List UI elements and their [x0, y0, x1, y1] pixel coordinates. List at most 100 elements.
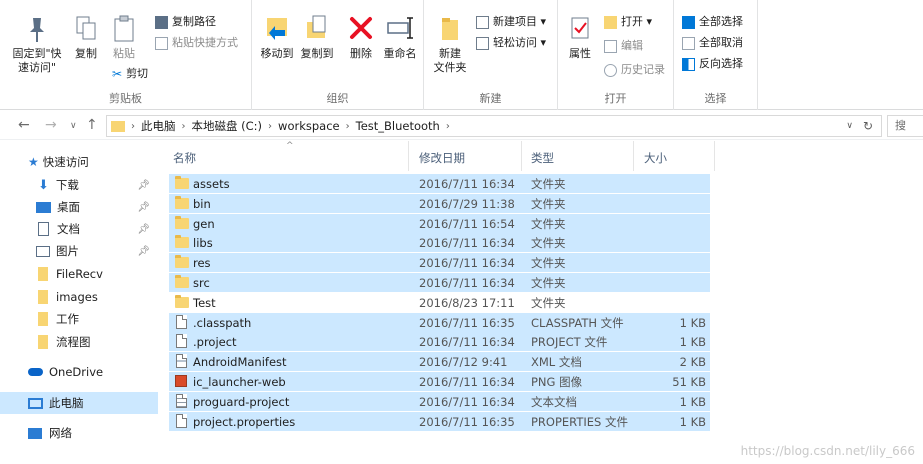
file-type: PNG 图像: [531, 374, 583, 389]
breadcrumb-workspace[interactable]: workspace: [278, 119, 340, 133]
file-name: assets: [193, 176, 230, 191]
edit-button[interactable]: 编辑: [604, 38, 643, 54]
file-type: PROPERTIES 文件: [531, 414, 628, 429]
table-row[interactable]: Test 2016/8/23 17:11 文件夹: [169, 293, 710, 312]
cut-button[interactable]: ✂ 剪切: [112, 66, 148, 82]
paste-shortcut-button[interactable]: 粘贴快捷方式: [155, 35, 238, 51]
delete-button[interactable]: 删除: [344, 14, 378, 61]
folder-icon: [38, 290, 48, 304]
watermark: https://blog.csdn.net/lily_666: [740, 444, 915, 458]
recent-locations-chevron-icon[interactable]: ∨: [70, 121, 77, 131]
easy-access-icon: [476, 36, 489, 50]
select-all-button[interactable]: 全部选择: [682, 14, 743, 30]
nav-item-label: 工作: [56, 312, 79, 326]
nav-item-work[interactable]: 工作: [0, 308, 158, 330]
pinned-icon: 📌︎: [137, 179, 150, 191]
file-type: 文件夹: [531, 216, 566, 231]
table-row[interactable]: AndroidManifest 2016/7/12 9:41 XML 文档 2 KB: [169, 352, 710, 371]
file-name: ic_launcher-web: [193, 374, 286, 389]
invert-selection-button[interactable]: 反向选择: [682, 56, 743, 72]
file-icon-shape: [176, 414, 187, 428]
history-button[interactable]: 历史记录: [604, 62, 665, 78]
copy-button[interactable]: 复制: [68, 14, 104, 61]
invert-selection-icon: [682, 57, 695, 71]
file-date: 2016/7/11 16:34: [419, 255, 515, 270]
nav-onedrive[interactable]: OneDrive: [0, 361, 158, 383]
up-arrow-icon[interactable]: ↑: [86, 117, 98, 133]
paste-button[interactable]: 粘贴: [106, 14, 142, 61]
table-row[interactable]: ic_launcher-web 2016/7/11 16:34 PNG 图像 51 K…: [169, 372, 710, 391]
properties-button[interactable]: 属性: [562, 14, 598, 61]
nav-item-pictures[interactable]: 图片 📌︎: [0, 240, 158, 262]
column-header-type[interactable]: 类型: [531, 150, 554, 166]
easy-access-button[interactable]: 轻松访问 ▾: [476, 35, 546, 51]
select-none-button[interactable]: 全部取消: [682, 35, 743, 51]
table-row[interactable]: project.properties 2016/7/11 16:35 PROPERT…: [169, 412, 710, 431]
file-date: 2016/7/11 16:34: [419, 374, 515, 389]
pin-quick-access-button[interactable]: 固定到"快 速访问": [8, 14, 66, 75]
column-header-name[interactable]: 名称: [173, 150, 196, 166]
back-arrow-icon[interactable]: ←: [18, 117, 30, 133]
copy-to-icon: [307, 15, 326, 38]
move-to-button[interactable]: 移动到: [256, 14, 298, 61]
table-row[interactable]: assets 2016/7/11 16:34 文件夹: [169, 174, 710, 193]
column-header-date[interactable]: 修改日期: [419, 150, 465, 166]
breadcrumb-test-bluetooth[interactable]: Test_Bluetooth: [356, 119, 440, 133]
rename-button[interactable]: 重命名: [380, 14, 420, 61]
table-row[interactable]: .classpath 2016/7/11 16:35 CLASSPATH 文件 1 K…: [169, 313, 710, 332]
copy-label: 复制: [75, 47, 97, 60]
column-header-size[interactable]: 大小: [644, 150, 667, 166]
nav-this-pc[interactable]: 此电脑: [0, 392, 158, 414]
table-row[interactable]: .project 2016/7/11 16:34 PROJECT 文件 1 KB: [169, 332, 710, 351]
breadcrumb-separator-icon: ›: [181, 120, 186, 132]
column-divider[interactable]: [521, 141, 522, 171]
nav-item-images[interactable]: images: [0, 286, 158, 308]
open-button[interactable]: 打开 ▾: [604, 14, 652, 30]
copy-path-button[interactable]: 复制路径: [155, 14, 216, 30]
nav-item-filerecv[interactable]: FileRecv: [0, 263, 158, 285]
copy-to-button[interactable]: 复制到: [296, 14, 338, 61]
folder-icon: [38, 312, 48, 326]
nav-onedrive-label: OneDrive: [49, 365, 104, 379]
nav-quick-access[interactable]: ★ 快速访问: [0, 151, 158, 173]
file-type: 文件夹: [531, 235, 566, 250]
file-date: 2016/7/11 16:35: [419, 414, 515, 429]
table-row[interactable]: proguard-project 2016/7/11 16:34 文本文档 1 KB: [169, 392, 710, 411]
table-row[interactable]: res 2016/7/11 16:34 文件夹: [169, 253, 710, 272]
file-name: .classpath: [193, 315, 252, 330]
file-date: 2016/7/11 16:34: [419, 275, 515, 290]
breadcrumb-separator-icon: ›: [345, 120, 350, 132]
select-all-label: 全部选择: [699, 15, 743, 28]
nav-network[interactable]: 网络: [0, 422, 158, 444]
sort-ascending-icon: ^: [286, 141, 294, 151]
file-icon-shape: [176, 315, 187, 329]
table-row[interactable]: libs 2016/7/11 16:34 文件夹: [169, 233, 710, 252]
new-item-button[interactable]: 新建项目 ▾: [476, 14, 546, 30]
open-folder-icon: [604, 15, 617, 29]
nav-item-documents[interactable]: 文档 📌︎: [0, 218, 158, 240]
column-divider[interactable]: [714, 141, 715, 171]
address-bar[interactable]: › 此电脑 › 本地磁盘 (C:) › workspace › Test_Blu…: [106, 115, 882, 137]
file-size: 51 KB: [672, 374, 706, 389]
new-folder-button[interactable]: 新建 文件夹: [428, 14, 472, 75]
breadcrumb-separator-icon: ›: [268, 120, 273, 132]
nav-item-desktop[interactable]: 桌面 📌︎: [0, 196, 158, 218]
search-input[interactable]: 搜: [887, 115, 923, 137]
column-divider[interactable]: [408, 141, 409, 171]
nav-item-flowchart[interactable]: 流程图: [0, 331, 158, 353]
refresh-icon[interactable]: ↻: [863, 119, 873, 133]
table-row[interactable]: bin 2016/7/29 11:38 文件夹: [169, 194, 710, 213]
table-row[interactable]: src 2016/7/11 16:34 文件夹: [169, 273, 710, 292]
breadcrumb-this-pc[interactable]: 此电脑: [141, 118, 176, 134]
table-row[interactable]: gen 2016/7/11 16:54 文件夹: [169, 214, 710, 233]
file-icon-shape: [175, 275, 189, 288]
breadcrumb-local-disk[interactable]: 本地磁盘 (C:): [192, 118, 263, 134]
forward-arrow-icon[interactable]: →: [45, 117, 57, 133]
nav-item-label: images: [56, 290, 98, 304]
address-dropdown-chevron-icon[interactable]: ∨: [846, 121, 853, 131]
column-divider[interactable]: [633, 141, 634, 171]
move-to-label: 移动到: [260, 47, 294, 60]
cut-label: 剪切: [126, 67, 149, 80]
nav-item-downloads[interactable]: ⬇ 下载 📌︎: [0, 174, 158, 196]
file-type: 文件夹: [531, 255, 566, 270]
